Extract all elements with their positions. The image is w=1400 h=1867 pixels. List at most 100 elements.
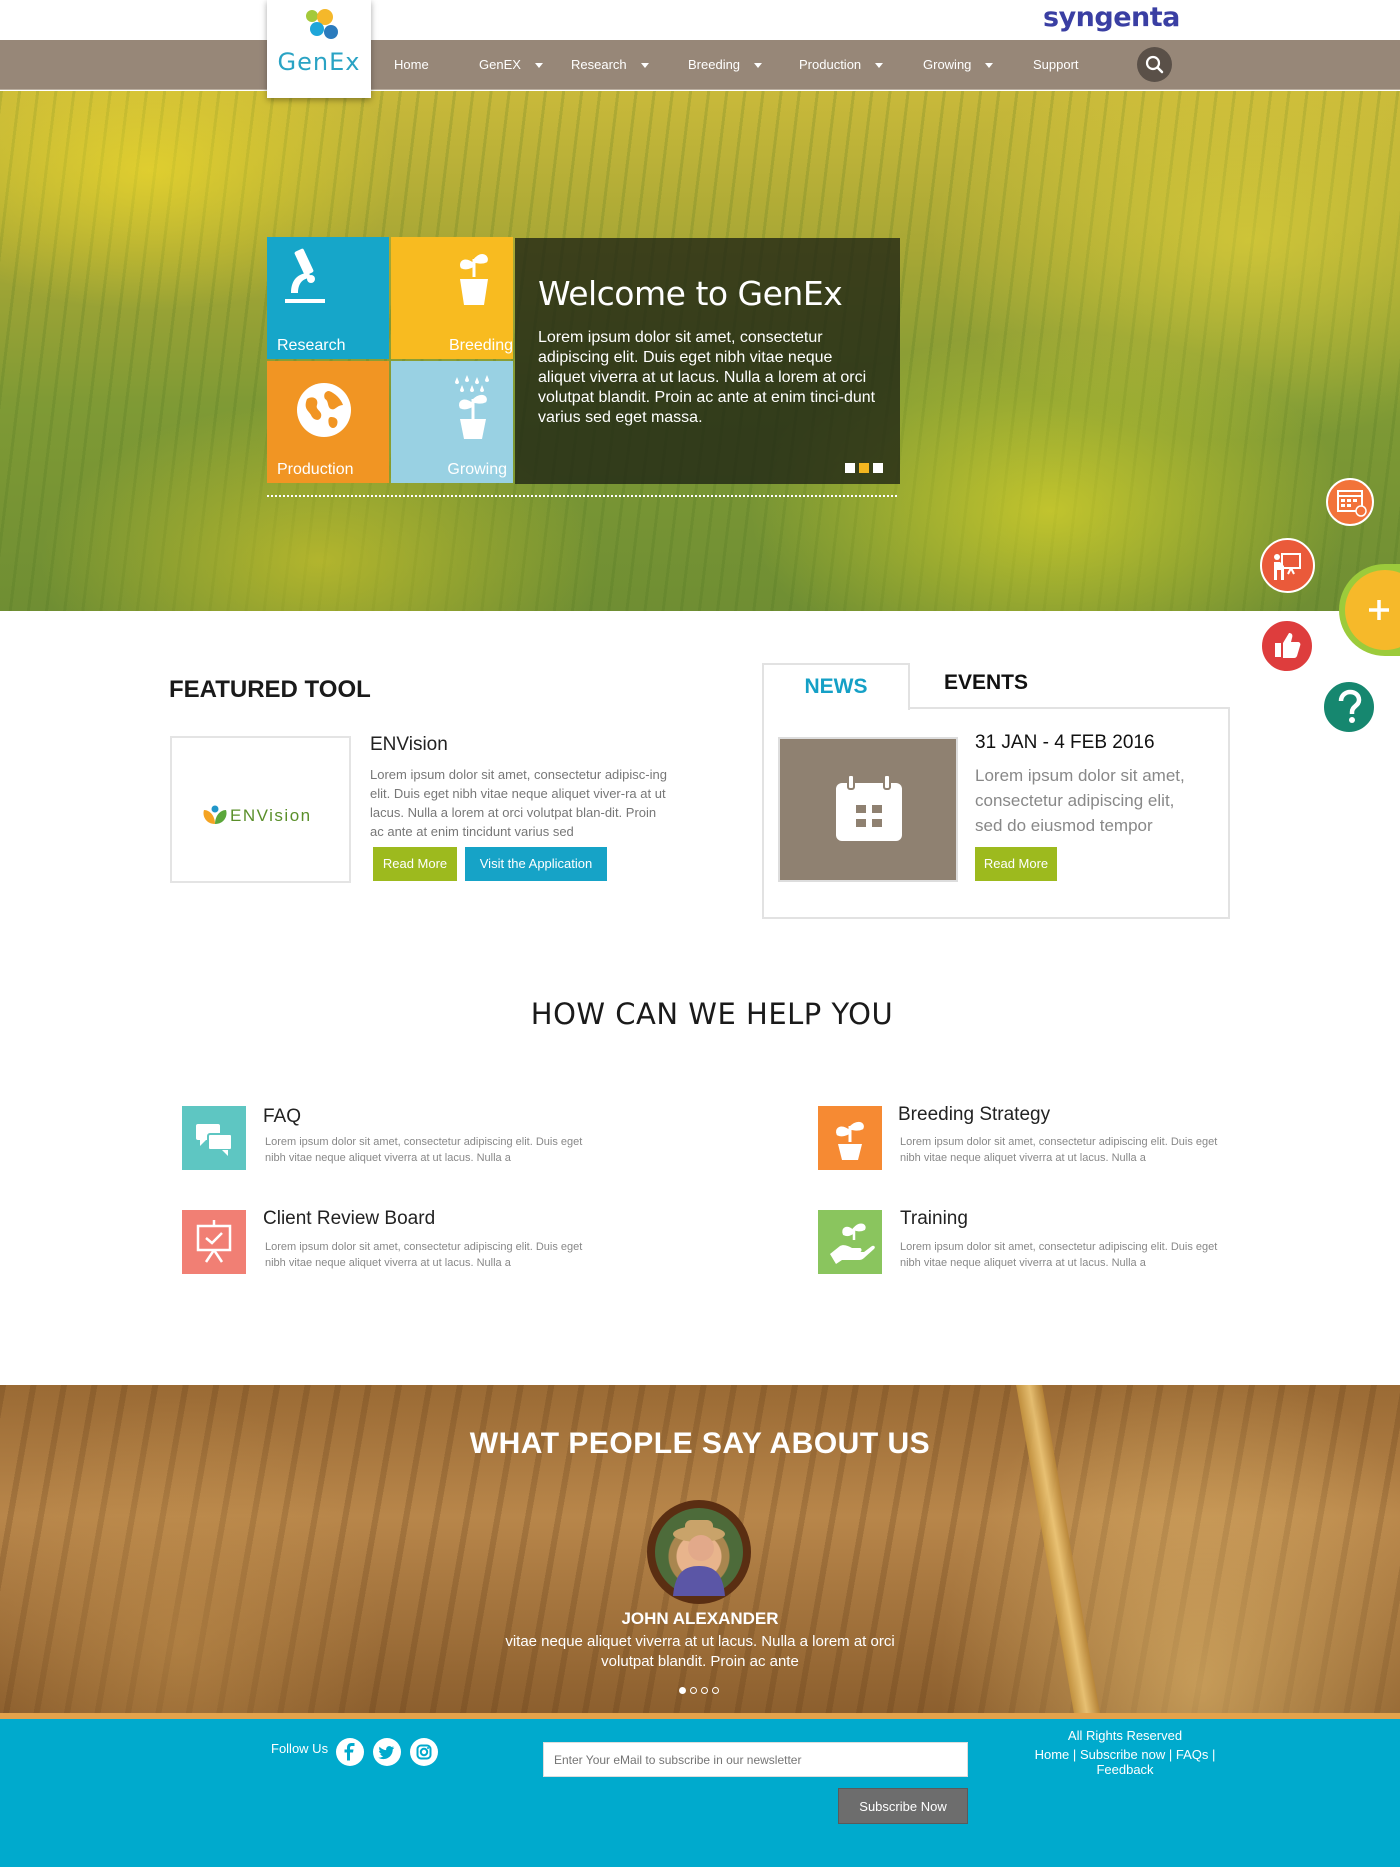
nav-home[interactable]: Home — [394, 40, 429, 90]
tool-title: ENVision — [370, 734, 448, 755]
footer-link-home[interactable]: Home — [1035, 1747, 1070, 1762]
search-button[interactable] — [1137, 47, 1172, 82]
tab-news-label: NEWS — [804, 675, 868, 698]
footer-link-separator: | — [1072, 1747, 1077, 1762]
instagram-button[interactable] — [410, 1738, 438, 1766]
help-training-title[interactable]: Training — [900, 1208, 968, 1230]
logo-text: GenEx — [277, 48, 361, 76]
presentation-icon — [1274, 553, 1301, 580]
presentation-button[interactable] — [1260, 538, 1315, 593]
nav-production[interactable]: Production — [799, 40, 884, 90]
twitter-icon — [378, 1746, 395, 1760]
calendar-button[interactable] — [1326, 478, 1374, 526]
slider-dot-active[interactable] — [859, 463, 869, 473]
facebook-icon — [344, 1743, 355, 1761]
nav-genex[interactable]: GenEX — [479, 40, 543, 90]
globe-icon — [297, 383, 351, 437]
chat-bubbles-icon — [196, 1124, 233, 1156]
footer-link-feedback[interactable]: Feedback — [1096, 1762, 1153, 1777]
tile-production[interactable]: Production — [267, 361, 389, 483]
news-date: 31 JAN - 4 FEB 2016 — [975, 732, 1155, 753]
review-icon-box[interactable] — [182, 1210, 246, 1274]
help-title: HOW CAN WE HELP YOU — [530, 997, 894, 1031]
like-button[interactable] — [1260, 619, 1314, 673]
help-faq-title[interactable]: FAQ — [263, 1106, 301, 1128]
testimonial-dot[interactable] — [679, 1687, 686, 1694]
hero-divider — [267, 495, 897, 497]
news-read-more-button[interactable]: Read More — [975, 847, 1057, 881]
help-training-desc: Lorem ipsum dolor sit amet, consectetur … — [900, 1241, 1218, 1269]
genex-logo[interactable]: GenEx — [267, 0, 371, 98]
tile-growing[interactable]: Growing — [391, 361, 513, 483]
copyright-text: All Rights Reserved — [1067, 1728, 1183, 1743]
plant-pot-icon — [460, 254, 488, 305]
help-review-desc: Lorem ipsum dolor sit amet, consectetur … — [265, 1241, 583, 1269]
top-bar — [0, 0, 1400, 40]
testimonial-dot[interactable] — [701, 1687, 708, 1694]
tool-read-more-button[interactable]: Read More — [373, 847, 457, 881]
nav-support[interactable]: Support — [1033, 40, 1079, 90]
slider-dot[interactable] — [845, 463, 855, 473]
footer-link-subscribe[interactable]: Subscribe now — [1080, 1747, 1165, 1762]
avatar-person — [673, 1520, 725, 1596]
facebook-button[interactable] — [336, 1738, 364, 1766]
tab-events[interactable]: EVENTS — [944, 671, 1028, 695]
envision-logo-text: ENVision — [230, 806, 312, 825]
training-icon-box[interactable] — [818, 1210, 882, 1274]
help-breeding-title[interactable]: Breeding Strategy — [898, 1104, 1050, 1126]
footer-link-separator: | — [1168, 1747, 1173, 1762]
tile-production-label: Production — [277, 461, 354, 478]
welcome-title: Welcome to GenEx — [538, 274, 843, 313]
microscope-icon — [285, 248, 325, 303]
footer-links: Home | Subscribe now | FAQs | Feedback — [1005, 1747, 1245, 1777]
chevron-down-icon — [985, 63, 994, 69]
tile-breeding[interactable]: Breeding — [391, 237, 513, 359]
welcome-text: Lorem ipsum dolor sit amet, consectetur … — [538, 329, 876, 426]
newsletter-email-input[interactable] — [543, 1742, 968, 1777]
footer-link-separator: | — [1212, 1747, 1216, 1762]
subscribe-button[interactable]: Subscribe Now — [838, 1788, 968, 1824]
twitter-button[interactable] — [373, 1738, 401, 1766]
nav-research[interactable]: Research — [571, 40, 649, 90]
instagram-icon — [416, 1744, 432, 1760]
breeding-icon-box[interactable] — [818, 1106, 882, 1170]
tile-research-label: Research — [277, 337, 346, 354]
hand-plant-icon — [830, 1223, 875, 1264]
search-icon — [1145, 55, 1164, 74]
chevron-down-icon — [754, 63, 763, 69]
chevron-down-icon — [875, 63, 884, 69]
molecule-icon — [306, 9, 338, 39]
nav-growing[interactable]: Growing — [923, 40, 994, 90]
faq-icon-box[interactable] — [182, 1106, 246, 1170]
nav-breeding[interactable]: Breeding — [688, 40, 763, 90]
follow-us-label: Follow Us — [271, 1741, 329, 1756]
tile-breeding-label: Breeding — [448, 337, 513, 354]
testimonial-dot[interactable] — [712, 1687, 719, 1694]
visit-application-button[interactable]: Visit the Application — [465, 847, 607, 881]
testimonial-quote: vitae neque aliquet viverra at ut lacus.… — [505, 1633, 895, 1670]
tile-research[interactable]: Research — [267, 237, 389, 359]
slider-dot[interactable] — [873, 463, 883, 473]
news-text: Lorem ipsum dolor sit amet, consectetur … — [975, 766, 1185, 835]
news-image — [778, 737, 958, 882]
envision-logo-card[interactable]: ENVision — [170, 736, 351, 883]
tab-news[interactable]: NEWS — [762, 663, 910, 710]
tile-growing-label: Growing — [447, 461, 507, 478]
syngenta-logo[interactable]: syngenta — [1043, 2, 1180, 33]
presentation-board-icon — [196, 1220, 232, 1263]
avatar — [655, 1508, 743, 1596]
help-review-title[interactable]: Client Review Board — [263, 1208, 435, 1230]
watering-plant-icon — [455, 375, 489, 439]
chevron-down-icon — [640, 63, 649, 69]
testimonial-name: JOHN ALEXANDER — [621, 1609, 779, 1628]
footer-link-faqs[interactable]: FAQs — [1176, 1747, 1209, 1762]
testimonials-title: WHAT PEOPLE SAY ABOUT US — [469, 1427, 931, 1460]
tool-description: Lorem ipsum dolor sit amet, consectetur … — [370, 767, 667, 839]
help-faq-desc: Lorem ipsum dolor sit amet, consectetur … — [265, 1136, 583, 1164]
plant-pot-icon — [836, 1121, 864, 1160]
welcome-panel: Welcome to GenEx Lorem ipsum dolor sit a… — [515, 238, 900, 484]
testimonial-dot[interactable] — [690, 1687, 697, 1694]
calendar-icon — [1337, 490, 1367, 517]
chevron-down-icon — [534, 63, 543, 69]
help-button[interactable] — [1322, 680, 1376, 734]
